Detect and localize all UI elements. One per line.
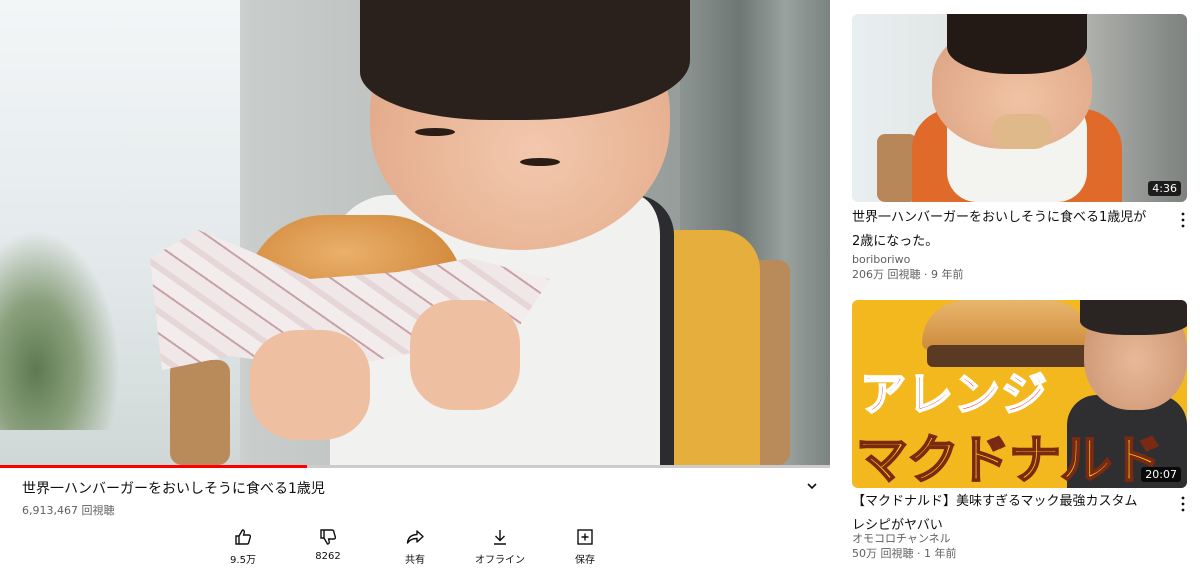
like-button[interactable]: 9.5万 — [208, 527, 278, 566]
plant-background — [0, 230, 120, 430]
save-button[interactable]: 保存 — [550, 527, 620, 566]
more-options-icon[interactable] — [1179, 211, 1187, 229]
toddler-eye-right — [520, 158, 560, 166]
thumb-chair — [877, 134, 917, 202]
thumbnail-text-arrange: アレンジ — [859, 366, 1048, 422]
recommended-video-title[interactable]: 世界一ハンバーガーをおいしそうに食べる1歳児が 2歳になった。 — [852, 206, 1162, 254]
video-meta: 50万 回視聴 · 1 年前 — [852, 547, 957, 560]
video-meta: 206万 回視聴 · 9 年前 — [852, 268, 964, 281]
chevron-down-icon[interactable] — [804, 478, 820, 494]
more-options-icon[interactable] — [1179, 495, 1187, 513]
share-label: 共有 — [405, 555, 425, 566]
thumbs-down-icon — [293, 527, 363, 547]
download-icon — [465, 527, 535, 547]
video-player[interactable] — [0, 0, 830, 465]
dislike-count: 8262 — [315, 551, 341, 562]
thumb-burger-bun — [922, 300, 1092, 350]
thumb-hair — [947, 14, 1087, 74]
recommended-video-1[interactable]: 4:36 世界一ハンバーガーをおいしそうに食べる1歳児が 2歳になった。 bor… — [852, 14, 1187, 284]
thumb-man-hair — [1080, 300, 1187, 335]
action-bar: 9.5万 8262 共有 オフライン 保存 — [208, 527, 618, 567]
dislike-button[interactable]: 8262 — [293, 527, 363, 562]
title-line-1: 世界一ハンバーガーをおいしそうに食べる1歳児が — [852, 210, 1147, 225]
offline-download-button[interactable]: オフライン — [465, 527, 535, 566]
toddler-hand-right — [410, 300, 520, 410]
video-title: 世界一ハンバーガーをおいしそうに食べる1歳児 — [22, 481, 325, 497]
high-chair-left — [170, 360, 230, 465]
toddler-hand-left — [250, 330, 370, 440]
progress-bar[interactable] — [0, 465, 830, 468]
duration-badge: 4:36 — [1148, 181, 1181, 196]
recommended-video-2[interactable]: アレンジ マクドナルド 20:07 【マクドナルド】美味すぎるマック最強カスタム… — [852, 300, 1187, 570]
share-icon — [380, 527, 450, 547]
title-line-1: 【マクドナルド】美味すぎるマック最強カスタム — [852, 494, 1138, 509]
toddler-eye-left — [415, 128, 455, 136]
view-count: 6,913,467 回視聴 — [22, 504, 115, 517]
save-label: 保存 — [575, 555, 595, 566]
channel-name[interactable]: オモコロチャンネル — [852, 531, 951, 547]
save-playlist-icon — [550, 527, 620, 547]
channel-name[interactable]: boriboriwo — [852, 252, 910, 268]
progress-bar-fill — [0, 465, 308, 468]
share-button[interactable]: 共有 — [380, 527, 450, 566]
duration-badge: 20:07 — [1141, 467, 1181, 482]
title-line-2: 2歳になった。 — [852, 234, 939, 249]
video-thumbnail[interactable]: 4:36 — [852, 14, 1187, 202]
like-count: 9.5万 — [230, 555, 256, 566]
thumb-bun — [992, 114, 1052, 149]
thumbs-up-icon — [208, 527, 278, 547]
video-thumbnail[interactable]: アレンジ マクドナルド 20:07 — [852, 300, 1187, 488]
offline-label: オフライン — [475, 555, 525, 566]
toddler-hair — [360, 0, 690, 120]
thumbnail-text-mcdonalds: マクドナルド — [855, 430, 1164, 488]
